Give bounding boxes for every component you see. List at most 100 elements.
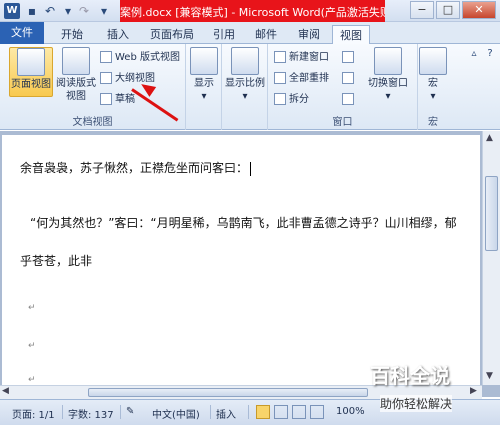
paragraph-mark: ↵ <box>28 341 36 351</box>
language[interactable]: 中文(中国) <box>152 406 200 421</box>
watermark-title: 百科全说 <box>370 364 450 388</box>
reset-window-button[interactable] <box>342 92 357 108</box>
tab-review[interactable]: 审阅 <box>290 25 328 44</box>
group-show: 显示 ▾ <box>186 44 222 130</box>
macro-button[interactable]: 宏 ▾ <box>419 47 447 103</box>
switch-window-button[interactable]: 切换窗口 ▾ <box>362 47 414 103</box>
group-document-views: 页面视图 阅读版式 视图 Web 版式视图 大纲视图 草稿 文档视图 <box>0 44 186 130</box>
divider <box>62 405 63 419</box>
split-label: 拆分 <box>289 94 309 105</box>
document-line-3[interactable]: 乎苍苍，此非 <box>20 252 92 269</box>
read-view-button[interactable]: 阅读版式 视图 <box>56 47 96 109</box>
redo-icon[interactable]: ↷ <box>76 3 92 19</box>
new-window-icon <box>274 51 286 63</box>
window-group-label: 窗口 <box>332 117 353 128</box>
switch-window-icon <box>374 47 402 75</box>
ribbon-tabs: 文件 开始 插入 页面布局 引用 邮件 审阅 视图 <box>0 22 500 44</box>
show-button[interactable]: 显示 ▾ <box>190 47 218 103</box>
read-view-label-2: 视图 <box>66 91 86 102</box>
tab-references[interactable]: 引用 <box>206 25 242 44</box>
chevron-down-icon[interactable]: ▾ <box>60 3 76 19</box>
vertical-scroll-thumb[interactable] <box>485 176 498 251</box>
scroll-right-icon[interactable]: ▶ <box>470 386 477 396</box>
document-area: 余音袅袅，苏子愀然，正襟危坐而问客曰： “何为其然也？”客曰：“月明星稀，乌鹊南… <box>0 131 500 397</box>
zoom-button[interactable]: 显示比例 ▾ <box>224 47 266 103</box>
arrange-all-label: 全部重排 <box>289 73 329 84</box>
tab-insert[interactable]: 插入 <box>98 25 138 44</box>
tab-file[interactable]: 文件 <box>0 22 44 44</box>
collapse-ribbon-icon[interactable]: ▵ <box>466 46 482 62</box>
zoom-level[interactable]: 100% <box>336 406 365 417</box>
help-icon[interactable]: ? <box>482 46 498 62</box>
proofing-icon[interactable]: ✎ <box>126 406 134 417</box>
web-layout-label: Web 版式视图 <box>115 52 180 63</box>
maximize-button[interactable]: □ <box>436 1 460 19</box>
scroll-left-icon[interactable]: ◀ <box>2 386 9 396</box>
document-line-1[interactable]: 余音袅袅，苏子愀然，正襟危坐而问客曰： <box>20 159 252 176</box>
zoom-label: 显示比例 <box>225 78 265 89</box>
horizontal-scroll-thumb[interactable] <box>88 388 368 397</box>
page-view-icon <box>17 48 45 76</box>
web-layout-status-icon[interactable] <box>292 405 306 419</box>
macro-label: 宏 <box>428 78 438 89</box>
split-button[interactable]: 拆分 <box>274 92 309 108</box>
document-line-2[interactable]: “何为其然也？”客曰：“月明星稀，乌鹊南飞，此非曹孟德之诗乎？山川相缪，郁 <box>30 214 457 231</box>
split-icon <box>274 93 286 105</box>
text-cursor <box>250 161 252 176</box>
new-window-button[interactable]: 新建窗口 <box>274 50 329 66</box>
read-view-label-1: 阅读版式 <box>56 78 96 89</box>
save-icon[interactable]: ▪ <box>24 3 40 19</box>
page-count[interactable]: 页面: 1/1 <box>12 406 55 421</box>
minimize-button[interactable]: − <box>410 1 434 19</box>
insert-mode[interactable]: 插入 <box>216 406 236 421</box>
page-view-button[interactable]: 页面视图 <box>9 47 53 97</box>
divider <box>210 405 211 419</box>
arrange-all-button[interactable]: 全部重排 <box>274 71 329 87</box>
close-button[interactable]: ✕ <box>462 1 496 19</box>
window-title: 案例.docx [兼容模式] - Microsoft Word(产品激活失败) <box>120 6 385 19</box>
vertical-scrollbar[interactable]: ▲ ▼ <box>482 131 500 385</box>
macro-icon <box>419 47 447 75</box>
print-layout-view-icon[interactable] <box>256 405 270 419</box>
outline-view-icon <box>100 72 112 84</box>
sync-scroll-button[interactable] <box>342 71 357 87</box>
view-side-by-side-button[interactable] <box>342 50 357 66</box>
tab-view[interactable]: 视图 <box>332 25 370 44</box>
full-screen-reading-icon[interactable] <box>274 405 288 419</box>
page-view-label: 页面视图 <box>11 79 51 90</box>
scroll-up-icon[interactable]: ▲ <box>486 133 493 143</box>
customize-quick-access-icon[interactable]: ▾ <box>96 3 112 19</box>
new-window-label: 新建窗口 <box>289 52 329 63</box>
watermark-subtitle: 助你轻松解决 <box>380 395 453 412</box>
draft-view-label: 草稿 <box>115 94 135 105</box>
word-app-icon[interactable]: W <box>4 3 20 19</box>
sync-scroll-icon <box>342 72 354 84</box>
draft-view-button[interactable]: 草稿 <box>100 92 135 108</box>
reading-view-icon <box>62 47 90 75</box>
web-layout-icon <box>100 51 112 63</box>
tab-mailings[interactable]: 邮件 <box>248 25 284 44</box>
outline-status-icon[interactable] <box>310 405 324 419</box>
arrange-all-icon <box>274 72 286 84</box>
macro-group-label: 宏 <box>428 117 438 128</box>
ribbon: 页面视图 阅读版式 视图 Web 版式视图 大纲视图 草稿 文档视图 显示 ▾ 显… <box>0 44 500 130</box>
side-by-side-icon <box>342 51 354 63</box>
document-page[interactable]: 余音袅袅，苏子愀然，正襟危坐而问客曰： “何为其然也？”客曰：“月明星稀，乌鹊南… <box>2 135 480 397</box>
paragraph-mark: ↵ <box>28 375 36 385</box>
group-window: 新建窗口 全部重排 拆分 切换窗口 ▾ 窗口 <box>268 44 418 130</box>
scroll-down-icon[interactable]: ▼ <box>486 371 493 381</box>
title-bar: W ▪ ↶ ▾ ↷ ▾ 案例.docx [兼容模式] - Microsoft W… <box>0 0 500 22</box>
group-macros: 宏 ▾ 宏 <box>418 44 448 130</box>
undo-icon[interactable]: ↶ <box>42 3 58 19</box>
divider <box>248 405 249 419</box>
draft-view-icon <box>100 93 112 105</box>
tab-page-layout[interactable]: 页面布局 <box>142 25 202 44</box>
show-label: 显示 <box>194 78 214 89</box>
word-count[interactable]: 字数: 137 <box>68 406 114 421</box>
reset-window-icon <box>342 93 354 105</box>
show-icon <box>190 47 218 75</box>
doc-line-1-text: 余音袅袅，苏子愀然，正襟危坐而问客曰： <box>20 161 249 175</box>
tab-home[interactable]: 开始 <box>52 25 92 44</box>
zoom-icon <box>231 47 259 75</box>
web-layout-button[interactable]: Web 版式视图 <box>100 50 180 66</box>
